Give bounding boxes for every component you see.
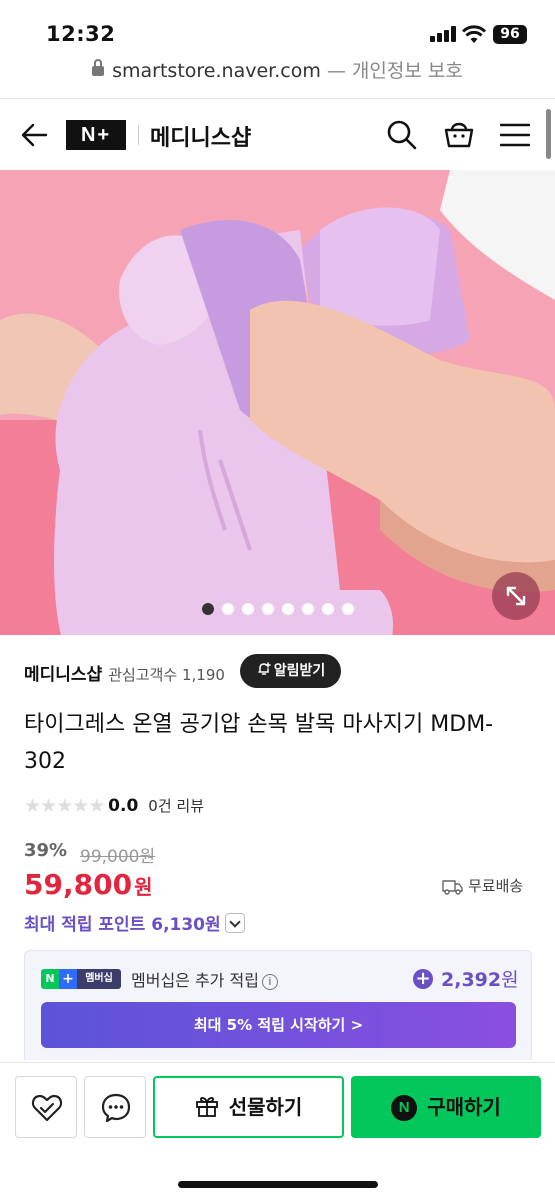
shopping-bag-icon[interactable]: [443, 118, 475, 150]
status-time: 12:32: [46, 22, 116, 46]
membership-start-button[interactable]: 최대 5% 적립 시작하기 >: [41, 1002, 516, 1048]
product-photo: [0, 170, 555, 635]
product-title: 타이그레스 온열 공기압 손목 발목 마사지기 MDM-302: [24, 712, 494, 774]
naver-plus-logo[interactable]: N+: [66, 120, 126, 150]
buy-now-button[interactable]: N 구매하기: [351, 1076, 541, 1138]
status-bar: 12:32 96: [0, 0, 555, 56]
rating-score: 0.0: [108, 796, 139, 816]
wishlist-button[interactable]: [15, 1076, 77, 1138]
membership-bonus: 2,392원: [441, 965, 519, 992]
price-unit: 원: [134, 875, 153, 899]
hamburger-menu-icon[interactable]: [500, 121, 530, 149]
info-icon[interactable]: i: [261, 974, 278, 990]
gift-icon: [195, 1097, 218, 1117]
gallery-dot[interactable]: [341, 603, 354, 615]
naver-plus-membership-badge: N + 멤버십: [41, 969, 121, 989]
heart-check-icon: [31, 1094, 63, 1122]
sale-price: 59,800 원: [24, 868, 152, 901]
max-points-toggle[interactable]: 최대 적립 포인트 6,130원: [24, 910, 245, 935]
privacy-label: — 개인정보 보호: [326, 60, 463, 82]
alarm-label: 알림받기: [273, 663, 326, 679]
gallery-dot[interactable]: [321, 603, 334, 615]
gallery-dot[interactable]: [281, 603, 294, 615]
review-count: 0건 리뷰: [148, 797, 205, 815]
search-icon[interactable]: [386, 119, 418, 151]
gift-label: 선물하기: [228, 1095, 303, 1119]
url-text: smartstore.naver.com: [112, 60, 321, 82]
top-nav: N+ 메디니스샵: [0, 98, 555, 170]
scrollbar[interactable]: [546, 109, 551, 159]
gallery-dot[interactable]: [241, 603, 254, 615]
chevron-down-icon[interactable]: [224, 913, 245, 933]
gallery-dot[interactable]: [201, 603, 214, 615]
bell-plus-icon: [257, 662, 271, 675]
back-arrow-icon[interactable]: [20, 121, 48, 149]
store-link[interactable]: 메디니스샵: [24, 665, 102, 685]
store-info-row: 메디니스샵 관심고객수 1,190: [24, 660, 225, 685]
battery-indicator: 96: [493, 25, 527, 44]
gallery-dot[interactable]: [221, 603, 234, 615]
rating-row[interactable]: ★★★★★ 0.0 0건 리뷰: [24, 795, 204, 817]
chat-bubble-icon: [101, 1093, 131, 1123]
gallery-dot[interactable]: [261, 603, 274, 615]
badge-label: 멤버십: [77, 969, 121, 989]
badge-n: N: [41, 969, 59, 989]
star-rating: ★★★★★: [24, 795, 105, 817]
notification-subscribe-button[interactable]: 알림받기: [240, 654, 341, 688]
header-divider: [138, 125, 139, 145]
store-name[interactable]: 메디니스샵: [150, 120, 251, 152]
naver-pay-icon: N: [391, 1095, 418, 1121]
max-points-label: 최대 적립 포인트 6,130원: [24, 915, 221, 935]
bottom-action-bar: 선물하기 N 구매하기: [0, 1062, 555, 1200]
badge-plus: +: [59, 969, 77, 989]
original-price: 99,000원: [80, 847, 156, 867]
home-indicator[interactable]: [178, 1181, 378, 1188]
gallery-pagination: [0, 600, 555, 615]
wifi-icon: [462, 25, 486, 43]
membership-box: N + 멤버십 멤버십은 추가 적립 i + 2,392원 최대 5% 적립 시작하기…: [24, 950, 532, 1060]
membership-desc: 멤버십은 추가 적립 i: [131, 967, 278, 991]
talk-chat-button[interactable]: [84, 1076, 146, 1138]
bonus-unit: 원: [501, 969, 519, 991]
lock-icon: [92, 59, 105, 76]
buy-label: 구매하기: [427, 1095, 501, 1119]
cellular-signal-icon: [430, 26, 456, 42]
shipping-info: 무료배송: [442, 875, 523, 896]
fan-count: 관심고객수 1,190: [108, 666, 225, 684]
sale-price-value: 59,800: [24, 868, 133, 901]
shipping-label: 무료배송: [468, 877, 524, 895]
bonus-value: 2,392: [441, 969, 502, 991]
discount-rate: 39%: [24, 840, 68, 861]
plus-circle-icon: +: [413, 969, 433, 989]
address-bar[interactable]: smartstore.naver.com — 개인정보 보호: [0, 56, 555, 96]
product-image-gallery[interactable]: [0, 170, 555, 635]
membership-desc-text: 멤버십은 추가 적립: [131, 971, 259, 990]
gift-button[interactable]: 선물하기: [153, 1076, 344, 1138]
truck-icon: [442, 880, 463, 895]
gallery-dot[interactable]: [301, 603, 314, 615]
